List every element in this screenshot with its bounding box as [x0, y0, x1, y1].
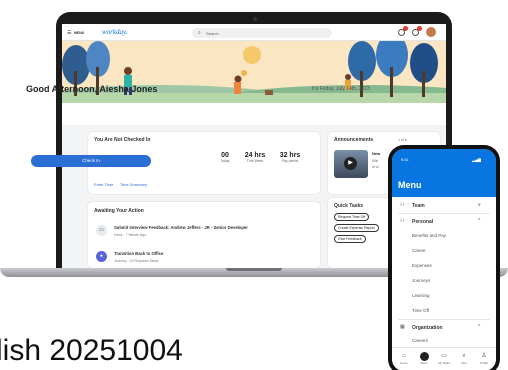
play-icon[interactable]: ▶ [344, 157, 357, 170]
announcement-line: We [372, 158, 378, 163]
hamburger-icon[interactable]: ☰ [67, 30, 71, 36]
journey-icon: ● [96, 251, 107, 262]
divider [398, 213, 490, 214]
search-placeholder: Search [206, 31, 219, 36]
search-icon: ⌕ [198, 30, 201, 36]
stat-label: Today [220, 159, 230, 163]
top-bar: ☰ MENU workday. ⌕ Search [62, 24, 446, 41]
phone-screen: 9:41 ▂▄▆ Menu ⚇ Team v ⚇ Personal ^ Bene… [392, 149, 496, 370]
tasks-icon: ▭ [441, 353, 447, 359]
nav-label: Profile [480, 361, 488, 365]
phone-title: Menu [398, 180, 422, 190]
action-title[interactable]: Transition Back to Office [114, 251, 163, 256]
action-sub: Inbox - 7 Minute Ago [114, 233, 147, 237]
stat-label: Pay period [281, 159, 299, 163]
submenu-item[interactable]: Expenses [412, 263, 432, 268]
chevron-down-icon: v [478, 202, 481, 208]
enter-time-link[interactable]: Enter Time [94, 182, 113, 187]
announcements-pager[interactable]: 1 of 6 [398, 138, 407, 142]
greeting-bar [62, 103, 446, 125]
submenu-item[interactable]: Learning [412, 293, 430, 298]
nav-my-tasks[interactable]: ▭ My Tasks [434, 352, 454, 365]
submenu-item[interactable]: Careers [412, 338, 428, 343]
stat-label: This Week [246, 159, 264, 163]
page-title: Good Afternoon, Aiesha Jones [26, 84, 158, 94]
inbox-badge [417, 26, 422, 31]
submenu-item[interactable]: Time Off [412, 308, 429, 313]
personal-icon: ⚇ [400, 218, 405, 224]
device-mockup: ☰ MENU workday. ⌕ Search Good Afternoon,… [0, 0, 508, 370]
announcements-title: Announcements [334, 137, 374, 143]
chevron-up-icon: ^ [478, 218, 481, 224]
awaiting-title: Awaiting Your Action [94, 208, 144, 214]
nav-label: Menu [420, 361, 428, 365]
stat-today: 00 Today [212, 152, 238, 163]
nav-find[interactable]: ⌕ Find [454, 352, 474, 365]
submenu-item[interactable]: Benefits and Pay [412, 233, 446, 238]
menu-label[interactable]: MENU [74, 31, 84, 35]
submenu-item[interactable]: Career [412, 248, 426, 253]
chevron-up-icon: ^ [478, 324, 481, 330]
menu-row-label: Personal [412, 219, 434, 225]
home-icon: ⌂ [402, 353, 406, 359]
announcement-line: in a [372, 164, 379, 169]
time-summary-link[interactable]: Time Summary [120, 182, 147, 187]
laptop-notch [226, 268, 282, 271]
stat-pay-period: 32 hrs Pay period [277, 152, 303, 163]
create-expense-report-button[interactable]: Create Expense Report [334, 224, 379, 232]
camera [253, 17, 257, 21]
workday-logo[interactable]: workday. [102, 28, 127, 36]
menu-row-personal[interactable]: ⚇ Personal ^ [392, 215, 496, 228]
menu-row-label: Team [412, 203, 425, 209]
nav-label: My Tasks [438, 361, 450, 365]
stat-week: 24 hrs This Week [242, 152, 268, 163]
search-icon: ⌕ [462, 353, 466, 359]
give-feedback-button[interactable]: Give Feedback [334, 235, 366, 243]
divider [398, 319, 490, 320]
organization-icon: ▦ [400, 324, 405, 330]
search-input[interactable]: ⌕ Search [192, 28, 332, 38]
submenu-item[interactable]: Journeys [412, 278, 430, 283]
request-time-off-button[interactable]: Request Time Off [334, 213, 370, 221]
nav-profile[interactable]: ♙ Profile [474, 352, 494, 365]
stat-value: 00 [221, 152, 229, 159]
check-in-button[interactable]: Check In [31, 155, 151, 167]
phone-time: 9:41 [401, 157, 409, 162]
current-date: It's Friday, July 14th, 2023 [312, 86, 370, 92]
announcement-title: New [372, 151, 381, 156]
action-title[interactable]: Submit Interview Feedback: Andrew Jeffer… [114, 225, 248, 230]
nav-label: Home [400, 361, 408, 365]
stat-value: 32 hrs [279, 152, 301, 159]
notification-badge [403, 26, 408, 31]
stat-value: 24 hrs [244, 152, 266, 159]
menu-row-organization[interactable]: ▦ Organization ^ [392, 321, 496, 334]
team-icon: ⚇ [400, 202, 405, 208]
checkin-title: You Are Not Checked In [94, 137, 151, 143]
quick-tasks-title: Quick Tasks [334, 203, 364, 209]
bottom-nav: ⌂ Home Menu ▭ My Tasks ⌕ Find ♙ Profile [392, 347, 496, 370]
menu-icon [414, 352, 434, 361]
avatar[interactable] [426, 27, 436, 37]
signal-icon: ▂▄▆ [472, 157, 481, 162]
menu-row-label: Organization [412, 325, 443, 331]
phone-header: 9:41 ▂▄▆ Menu [392, 149, 496, 197]
overlay-caption: lish 20251004 [0, 334, 183, 367]
nav-label: Find [461, 361, 467, 365]
menu-row-team[interactable]: ⚇ Team v [392, 199, 496, 212]
nav-home[interactable]: ⌂ Home [394, 352, 414, 365]
inbox-icon: ▭ [96, 225, 107, 236]
nav-menu[interactable]: Menu [414, 352, 434, 365]
profile-icon: ♙ [481, 353, 487, 359]
action-sub: Journey - 10 Required Steps [114, 259, 159, 263]
